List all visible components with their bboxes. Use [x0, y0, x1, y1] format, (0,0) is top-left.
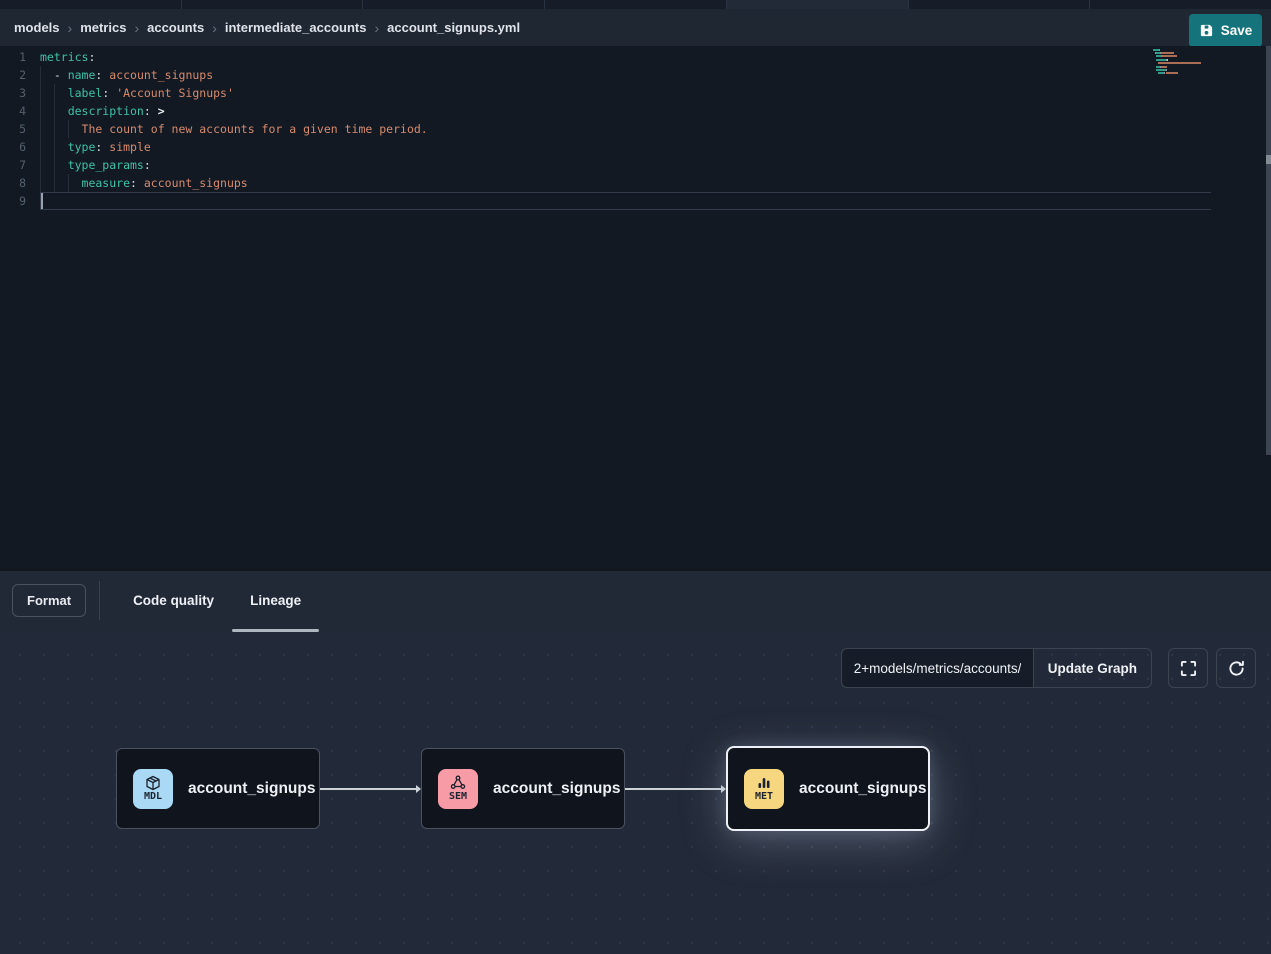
save-icon — [1199, 23, 1214, 38]
lineage-selector-input[interactable] — [841, 648, 1033, 688]
breadcrumb: models › metrics › accounts › intermediate_acc… — [14, 20, 520, 36]
node-badge-label: SEM — [449, 791, 467, 802]
fullscreen-button[interactable] — [1168, 648, 1208, 688]
line-number: 2 — [0, 66, 40, 84]
semantic-graph-icon — [450, 775, 466, 791]
code-line[interactable]: 6type: simple — [0, 138, 1211, 156]
breadcrumb-separator-icon: › — [374, 20, 379, 36]
node-badge-label: MET — [755, 791, 773, 802]
code-line[interactable]: 7type_params: — [0, 156, 1211, 174]
node-badge-met: MET — [744, 769, 784, 809]
save-button[interactable]: Save — [1189, 14, 1262, 47]
top-tab-stub[interactable] — [726, 0, 908, 9]
breadcrumb-item[interactable]: account_signups.yml — [387, 20, 520, 35]
model-cube-icon — [145, 775, 161, 791]
top-tab-stub[interactable] — [1089, 0, 1271, 9]
top-tab-stub[interactable] — [181, 0, 363, 9]
text-cursor — [41, 193, 43, 209]
line-number: 6 — [0, 138, 40, 156]
code-line[interactable]: 5The count of new accounts for a given t… — [0, 120, 1211, 138]
lineage-edge — [320, 788, 420, 790]
top-tab-stub[interactable] — [544, 0, 726, 9]
code-line[interactable]: 8measure: account_signups — [0, 174, 1211, 192]
line-number: 1 — [0, 48, 40, 66]
editor-scrollbar-thumb[interactable] — [1266, 155, 1271, 164]
breadcrumb-item[interactable]: intermediate_accounts — [225, 20, 367, 35]
code-line[interactable]: 4description: > — [0, 102, 1211, 120]
node-label: account_signups — [493, 780, 620, 798]
bottom-panel: Format Code quality Lineage Update Graph — [0, 568, 1271, 954]
code-line[interactable]: 9 — [0, 192, 1211, 210]
lineage-controls: Update Graph — [841, 648, 1256, 688]
top-tab-stub[interactable] — [908, 0, 1090, 9]
bottom-panel-header: Format Code quality Lineage — [0, 571, 1271, 630]
node-badge-label: MDL — [144, 791, 162, 802]
breadcrumb-item[interactable]: models — [14, 20, 60, 35]
breadcrumb-separator-icon: › — [134, 20, 139, 36]
update-graph-button[interactable]: Update Graph — [1033, 648, 1152, 688]
top-tab-stub[interactable] — [362, 0, 544, 9]
line-number: 4 — [0, 102, 40, 120]
node-label: account_signups — [799, 780, 926, 798]
lineage-edge — [625, 788, 725, 790]
code-area[interactable]: 1metrics:2- name: account_signups3label:… — [0, 48, 1211, 210]
tab-lineage[interactable]: Lineage — [232, 571, 319, 630]
breadcrumb-item[interactable]: accounts — [147, 20, 204, 35]
line-number: 5 — [0, 120, 40, 138]
header-divider — [99, 581, 100, 620]
code-line[interactable]: 1metrics: — [0, 48, 1211, 66]
metric-chart-icon — [756, 775, 772, 791]
node-label: account_signups — [188, 780, 315, 798]
code-editor[interactable]: 1metrics:2- name: account_signups3label:… — [0, 46, 1271, 568]
refresh-button[interactable] — [1216, 648, 1256, 688]
lineage-canvas[interactable]: Update Graph MDLacc — [0, 633, 1271, 954]
code-line[interactable]: 3label: 'Account Signups' — [0, 84, 1211, 102]
line-number: 8 — [0, 174, 40, 192]
top-tab-stub[interactable] — [0, 0, 181, 9]
node-badge-sem: SEM — [438, 769, 478, 809]
code-line[interactable]: 2- name: account_signups — [0, 66, 1211, 84]
format-button[interactable]: Format — [12, 584, 86, 617]
save-button-label: Save — [1221, 23, 1253, 38]
editor-scrollbar[interactable] — [1266, 46, 1271, 455]
line-number: 7 — [0, 156, 40, 174]
tab-code-quality[interactable]: Code quality — [115, 571, 232, 630]
breadcrumb-separator-icon: › — [212, 20, 217, 36]
breadcrumb-bar: models › metrics › accounts › intermediate_acc… — [0, 9, 1271, 46]
lineage-node-mdl[interactable]: MDL account_signups — [116, 748, 320, 829]
refresh-icon — [1228, 660, 1245, 677]
editor-minimap[interactable] — [1153, 48, 1213, 79]
lineage-node-met[interactable]: MET account_signups — [726, 746, 930, 831]
fullscreen-icon — [1180, 660, 1197, 677]
line-number: 3 — [0, 84, 40, 102]
lineage-node-sem[interactable]: SEM account_signups — [421, 748, 625, 829]
line-number: 9 — [0, 192, 40, 210]
breadcrumb-separator-icon: › — [68, 20, 73, 36]
breadcrumb-item[interactable]: metrics — [80, 20, 126, 35]
node-badge-mdl: MDL — [133, 769, 173, 809]
top-tab-strip — [0, 0, 1271, 9]
